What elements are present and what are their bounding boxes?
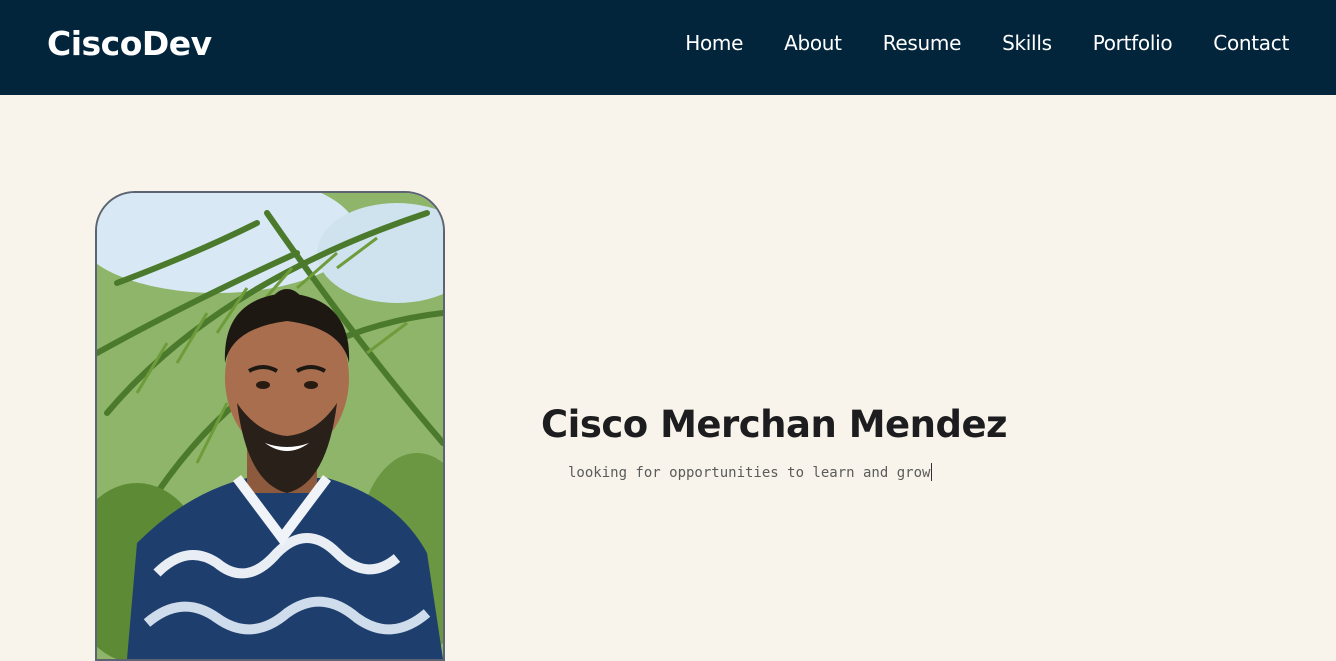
profile-photo	[95, 191, 445, 661]
nav-item-home: Home	[685, 31, 743, 55]
hero-tagline-line: looking for opportunities to learn and g…	[568, 463, 933, 481]
nav-link-contact[interactable]: Contact	[1213, 31, 1289, 55]
navbar: CiscoDev Home About Resume Skills Portfo…	[0, 0, 1336, 95]
brand-logo[interactable]: CiscoDev	[47, 24, 212, 63]
nav-link-home[interactable]: Home	[685, 31, 743, 55]
hero-name: Cisco Merchan Mendez	[541, 403, 1008, 446]
nav-menu: Home About Resume Skills Portfolio Conta…	[685, 31, 1289, 55]
nav-item-resume: Resume	[883, 31, 962, 55]
nav-link-skills[interactable]: Skills	[1002, 31, 1052, 55]
nav-item-about: About	[784, 31, 842, 55]
nav-link-portfolio[interactable]: Portfolio	[1093, 31, 1173, 55]
nav-item-contact: Contact	[1213, 31, 1289, 55]
hero-tagline: looking for opportunities to learn and g…	[568, 465, 931, 481]
nav-item-portfolio: Portfolio	[1093, 31, 1173, 55]
nav-item-skills: Skills	[1002, 31, 1052, 55]
nav-link-resume[interactable]: Resume	[883, 31, 962, 55]
nav-link-about[interactable]: About	[784, 31, 842, 55]
profile-photo-illustration	[97, 193, 443, 659]
typing-cursor	[931, 463, 933, 481]
